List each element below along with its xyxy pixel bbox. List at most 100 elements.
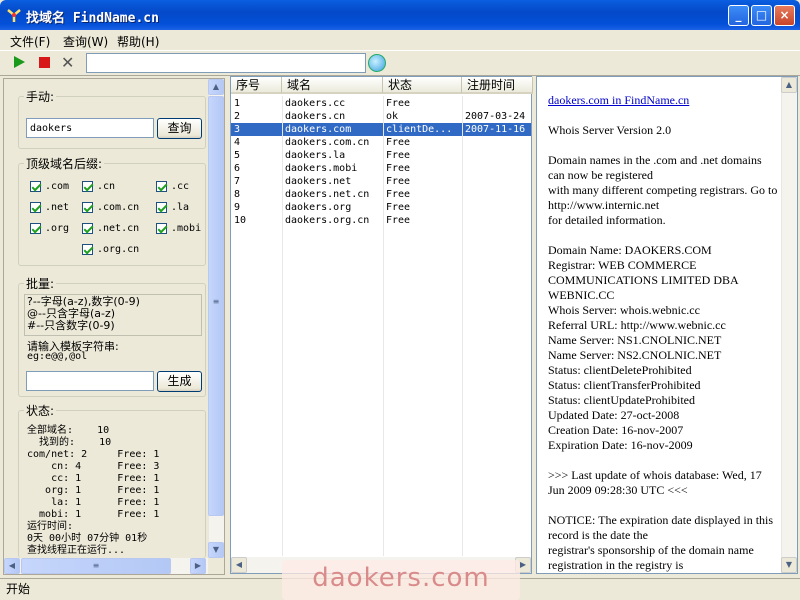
detail-link[interactable]: daokers.com in FindName.cn: [548, 93, 778, 108]
table-cell: daokers.la: [285, 150, 346, 161]
scroll-down-icon[interactable]: ▼: [208, 542, 224, 558]
tld-checkbox-cc[interactable]: .cc: [156, 181, 189, 195]
scroll-up-icon[interactable]: ▲: [208, 79, 224, 95]
status-line: mobi: 1 Free: 1: [27, 509, 160, 520]
clear-icon[interactable]: ✕: [61, 53, 74, 72]
column-header-regdate[interactable]: 注册时间: [462, 77, 533, 94]
table-row[interactable]: 6 daokers.mobi Free: [231, 162, 531, 175]
manual-title: 手动:: [24, 88, 57, 105]
table-cell: Free: [386, 150, 411, 161]
batch-rules: ?--字母(a-z),数字(0-9) @--只含字母(a-z) #--只含数字(…: [24, 294, 202, 336]
list-scroll-left-icon[interactable]: ◀: [231, 557, 247, 573]
table-row[interactable]: 1 daokers.cc Free: [231, 97, 531, 110]
query-button[interactable]: 查询: [157, 118, 202, 139]
menu-query[interactable]: 查询(W): [63, 33, 108, 50]
close-button[interactable]: ×: [774, 5, 795, 26]
watermark: daokers.com: [282, 560, 520, 600]
table-cell: daokers.org: [285, 202, 352, 213]
table-cell: 3: [234, 124, 241, 135]
table-cell: 4: [234, 137, 241, 148]
status-line: 0天 00小时 07分钟 01秒: [27, 533, 148, 544]
table-row[interactable]: 4 daokers.com.cn Free: [231, 136, 531, 149]
table-row[interactable]: 5 daokers.la Free: [231, 149, 531, 162]
status-line: la: 1 Free: 1: [27, 497, 160, 508]
tld-checkbox-net-cn[interactable]: .net.cn: [82, 223, 139, 237]
tld-title: 顶级域名后缀:: [24, 155, 105, 172]
whois-detail-panel[interactable]: daokers.com in FindName.cn Whois Server …: [536, 76, 798, 574]
table-cell: 1: [234, 98, 241, 109]
stop-icon[interactable]: [39, 57, 50, 68]
tld-checkbox-org-cn[interactable]: .org.cn: [82, 244, 139, 258]
minimize-button[interactable]: _: [728, 5, 749, 26]
column-header-status[interactable]: 状态: [383, 77, 462, 94]
table-cell: 10: [234, 215, 247, 226]
tld-checkbox-net[interactable]: .net: [30, 202, 69, 216]
table-cell: 8: [234, 189, 241, 200]
table-cell: 2: [234, 111, 241, 122]
table-row[interactable]: 8 daokers.net.cn Free: [231, 188, 531, 201]
tld-checkbox-mobi[interactable]: .mobi: [156, 223, 201, 237]
table-cell: Free: [386, 176, 411, 187]
table-cell: daokers.net.cn: [285, 189, 370, 200]
detail-paragraph: Whois Server Version 2.0: [548, 123, 672, 137]
table-row[interactable]: 10 daokers.org.cn Free: [231, 214, 531, 227]
menu-bar: 文件(F) 查询(W) 帮助(H): [0, 30, 800, 50]
table-cell: Free: [386, 98, 411, 109]
detail-paragraph: Domain names in the .com and .net domain…: [548, 153, 778, 227]
table-cell: daokers.net: [285, 176, 352, 187]
template-example: eg:e@@,@ol: [27, 351, 88, 362]
tld-checkbox-org[interactable]: .org: [30, 223, 69, 237]
table-cell: 9: [234, 202, 241, 213]
detail-scroll-up-icon[interactable]: ▲: [781, 77, 797, 93]
detail-paragraph: >>> Last update of whois database: Wed, …: [548, 468, 765, 497]
table-row[interactable]: 9 daokers.org Free: [231, 201, 531, 214]
start-icon[interactable]: [14, 56, 25, 68]
status-line: 运行时间:: [27, 521, 74, 532]
table-row[interactable]: 7 daokers.net Free: [231, 175, 531, 188]
domain-list[interactable]: 序号 域名 状态 注册时间 1 daokers.cc Free 2 daokers.cn…: [230, 76, 533, 574]
scroll-thumb[interactable]: ≡: [208, 96, 224, 516]
table-cell: Free: [386, 215, 411, 226]
domain-input[interactable]: [26, 118, 154, 138]
table-cell: 6: [234, 163, 241, 174]
menu-file[interactable]: 文件(F): [10, 33, 50, 50]
table-row[interactable]: 3 daokers.com clientDe... 2007-11-16: [231, 123, 531, 136]
scroll-left-icon[interactable]: ◀: [4, 558, 20, 574]
tld-checkbox-com-cn[interactable]: .com.cn: [82, 202, 139, 216]
table-cell: 7: [234, 176, 241, 187]
generate-button[interactable]: 生成: [157, 371, 202, 392]
table-cell: 5: [234, 150, 241, 161]
tld-checkbox-la[interactable]: .la: [156, 202, 189, 216]
table-cell: daokers.org.cn: [285, 215, 370, 226]
table-cell: daokers.com.cn: [285, 137, 370, 148]
detail-scroll-down-icon[interactable]: ▼: [781, 557, 797, 573]
table-cell: daokers.mobi: [285, 163, 358, 174]
scroll-right-icon[interactable]: ▶: [190, 558, 206, 574]
table-cell: Free: [386, 163, 411, 174]
globe-search-icon[interactable]: [368, 54, 386, 72]
status-title: 状态:: [24, 402, 57, 419]
tld-checkbox-com[interactable]: .com: [30, 181, 69, 195]
status-line: cn: 4 Free: 3: [27, 461, 160, 472]
column-header-domain[interactable]: 域名: [282, 77, 383, 94]
table-cell: 2007-11-16: [465, 124, 526, 135]
maximize-button[interactable]: □: [751, 5, 772, 26]
rule-line: #--只含数字(0-9): [27, 319, 115, 332]
status-line: org: 1 Free: 1: [27, 485, 160, 496]
status-bar-text: 开始: [6, 582, 31, 596]
menu-help[interactable]: 帮助(H): [117, 33, 159, 50]
table-cell: Free: [386, 137, 411, 148]
tld-checkbox-cn[interactable]: .cn: [82, 181, 115, 195]
table-cell: ok: [386, 111, 399, 122]
detail-paragraph: Domain Name: DAOKERS.COM Registrar: WEB …: [548, 243, 739, 452]
detail-paragraph: NOTICE: The expiration date displayed in…: [548, 513, 774, 572]
address-input[interactable]: [86, 53, 366, 73]
table-row[interactable]: 2 daokers.cn ok 2007-03-24: [231, 110, 531, 123]
table-cell: daokers.cn: [285, 111, 346, 122]
column-header-index[interactable]: 序号: [231, 77, 282, 94]
status-line: 查找线程正在运行...: [27, 545, 126, 556]
status-line: 全部域名: 10: [27, 425, 110, 436]
h-scroll-thumb[interactable]: ≡: [21, 558, 171, 574]
detail-vertical-scrollbar[interactable]: [781, 77, 797, 573]
template-input[interactable]: [26, 371, 154, 391]
